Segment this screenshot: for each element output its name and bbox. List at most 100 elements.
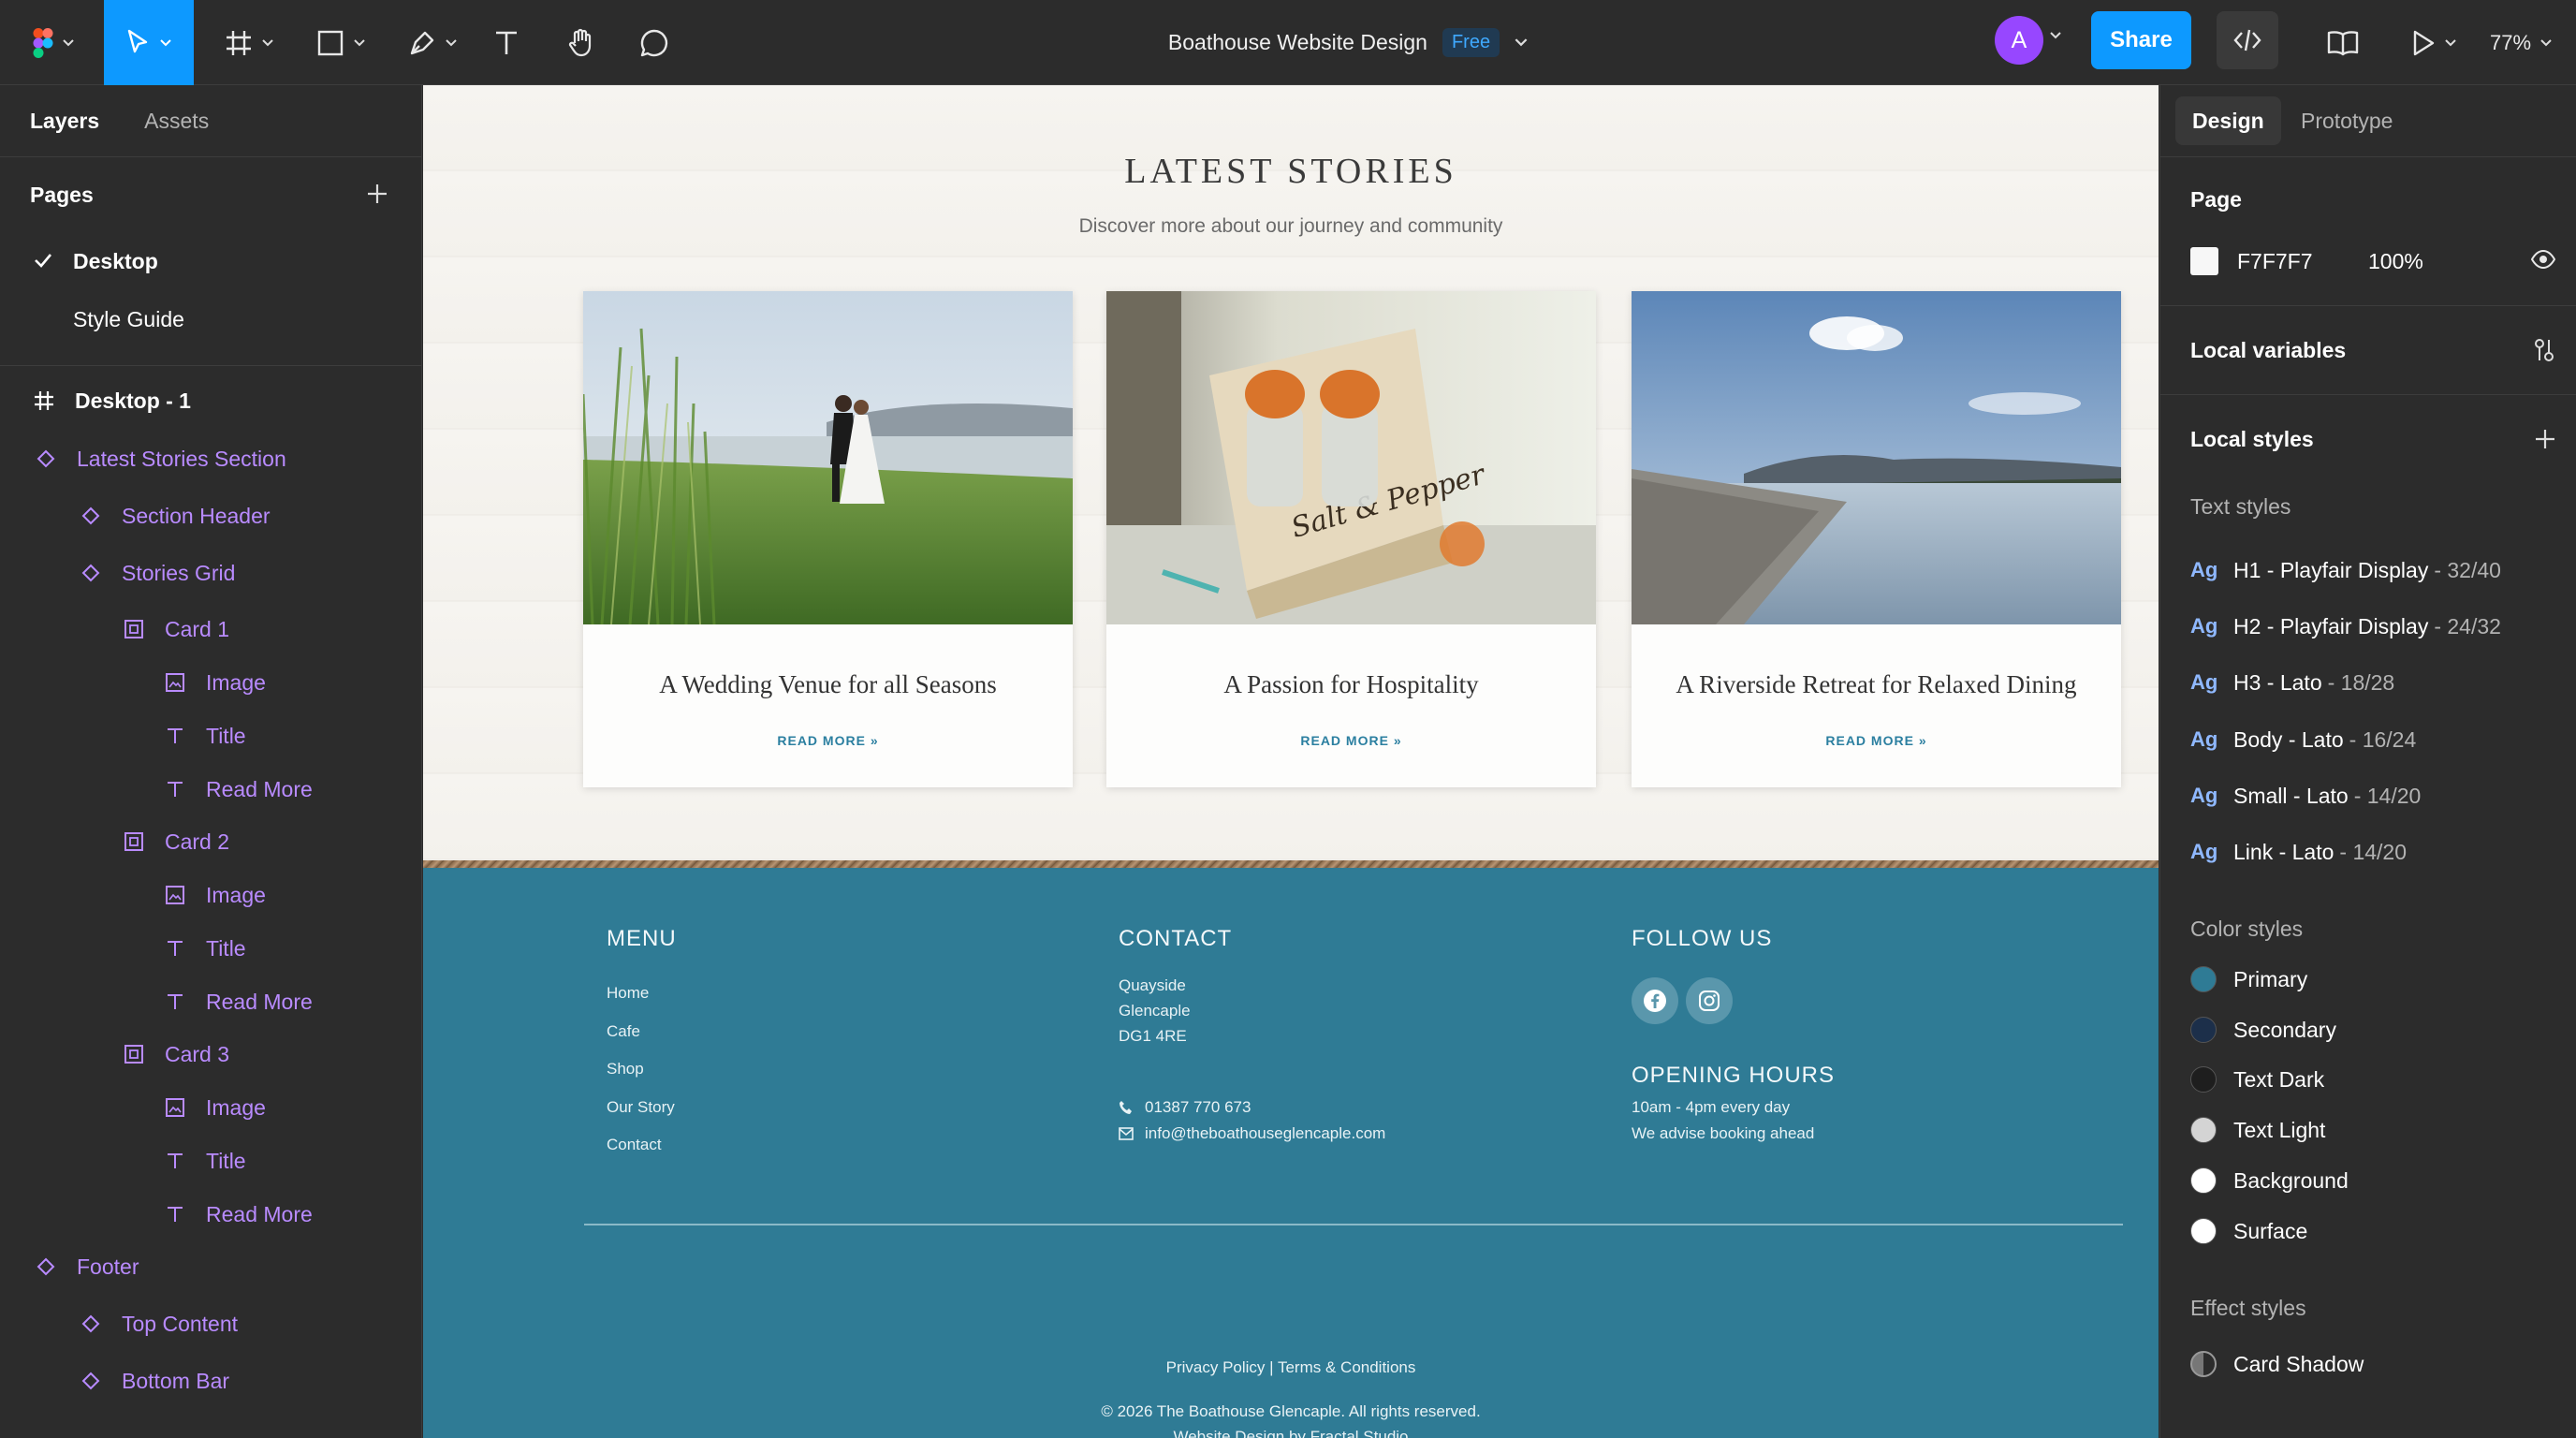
color-style-item[interactable]: Surface — [2190, 1212, 2307, 1250]
text-style-item[interactable]: Ag H1 - Playfair Display - 32/40 — [2190, 551, 2501, 589]
footer-menu-item[interactable]: Our Story — [607, 1098, 675, 1117]
facebook-button[interactable] — [1632, 977, 1678, 1024]
plus-icon[interactable] — [2533, 427, 2557, 451]
section-title[interactable]: LATEST STORIES — [423, 151, 2159, 192]
tab-design[interactable]: Design — [2175, 96, 2281, 145]
phone-row[interactable]: 01387 770 673 — [1119, 1094, 1251, 1121]
text-style-item[interactable]: Ag Small - Lato - 14/20 — [2190, 777, 2421, 814]
color-style-item[interactable]: Text Dark — [2190, 1061, 2324, 1098]
layer-image[interactable]: Image — [0, 1081, 421, 1134]
card-image[interactable] — [583, 291, 1073, 624]
instagram-button[interactable] — [1686, 977, 1733, 1024]
color-style-item[interactable]: Primary — [2190, 961, 2307, 998]
frame-tool-button[interactable] — [213, 0, 285, 85]
text-style-item[interactable]: Ag Link - Lato - 14/20 — [2190, 833, 2407, 871]
latest-stories-section[interactable]: LATEST STORIES Discover more about our j… — [423, 85, 2159, 866]
page-color-swatch[interactable] — [2190, 247, 2218, 275]
layer-title[interactable]: Title — [0, 710, 421, 762]
layer-read-more[interactable]: Read More — [0, 763, 421, 815]
text-tool-button[interactable] — [483, 0, 530, 85]
avatar[interactable]: A — [1995, 16, 2043, 65]
pen-tool-button[interactable] — [397, 0, 468, 85]
layer-card-3[interactable]: Card 3 — [0, 1028, 421, 1080]
legal-links[interactable]: Privacy Policy | Terms & Conditions — [423, 1358, 2159, 1377]
layer-title[interactable]: Title — [0, 922, 421, 975]
pen-icon — [410, 31, 434, 54]
move-tool-button[interactable] — [104, 0, 194, 85]
layer-bottom-bar[interactable]: Bottom Bar — [0, 1355, 421, 1407]
layer-image[interactable]: Image — [0, 869, 421, 921]
local-variables[interactable]: Local variables — [2190, 338, 2346, 363]
layer-desktop-1[interactable]: Desktop - 1 — [0, 374, 421, 427]
hand-tool-button[interactable] — [558, 0, 605, 85]
color-style-item[interactable]: Text Light — [2190, 1111, 2325, 1149]
color-style-item[interactable]: Background — [2190, 1162, 2349, 1199]
footer[interactable]: MENU Home Cafe Shop Our Story Contact CO… — [423, 868, 2159, 1438]
eye-icon[interactable] — [2531, 250, 2555, 269]
card-title[interactable]: A Riverside Retreat for Relaxed Dining — [1632, 670, 2121, 699]
color-swatch — [2190, 1066, 2217, 1093]
story-card-2[interactable]: Salt & Pepper A Passion for Hospitality … — [1106, 291, 1596, 787]
design-canvas[interactable]: LATEST STORIES Discover more about our j… — [423, 85, 2159, 1438]
chevron-down-icon — [160, 38, 171, 46]
layers-panel: Layers Assets Pages Desktop Style Guide … — [0, 85, 422, 1438]
footer-menu-item[interactable]: Cafe — [607, 1022, 640, 1041]
tab-prototype[interactable]: Prototype — [2301, 96, 2393, 145]
page-item-style-guide[interactable]: Style Guide — [0, 290, 421, 348]
section-subtitle[interactable]: Discover more about our journey and comm… — [423, 215, 2159, 238]
effect-style-item[interactable]: Card Shadow — [2190, 1345, 2364, 1383]
read-more-link[interactable]: READ MORE » — [583, 733, 1073, 748]
chevron-down-icon — [446, 38, 457, 46]
footer-menu-item[interactable]: Contact — [607, 1136, 662, 1154]
card-image[interactable]: Salt & Pepper — [1106, 291, 1596, 624]
layer-card-1[interactable]: Card 1 — [0, 603, 421, 655]
footer-menu-item[interactable]: Home — [607, 984, 649, 1003]
text-style-item[interactable]: Ag H3 - Lato - 18/28 — [2190, 664, 2394, 701]
comment-tool-button[interactable] — [631, 0, 678, 85]
zoom-menu[interactable]: 77% — [2490, 0, 2552, 85]
chevron-down-icon[interactable] — [2050, 32, 2061, 39]
layer-section-header[interactable]: Section Header — [0, 490, 421, 542]
layer-latest-stories-section[interactable]: Latest Stories Section — [0, 433, 421, 485]
variables-icon[interactable] — [2533, 338, 2555, 362]
read-more-link[interactable]: READ MORE » — [1106, 733, 1596, 748]
design-panel: Design Prototype Page F7F7F7 100% Local … — [2159, 85, 2576, 1438]
read-more-link[interactable]: READ MORE » — [1632, 733, 2121, 748]
tab-assets[interactable]: Assets — [144, 109, 209, 134]
card-image[interactable] — [1632, 291, 2121, 624]
file-title[interactable]: Boathouse Website Design Free — [1105, 0, 1591, 85]
page-opacity-value[interactable]: 100% — [2368, 249, 2423, 274]
present-button[interactable] — [2401, 0, 2466, 85]
story-card-1[interactable]: A Wedding Venue for all Seasons READ MOR… — [583, 291, 1073, 787]
image-icon — [165, 1097, 185, 1118]
design-credit[interactable]: Website Design by Fractal Studio — [423, 1428, 2159, 1438]
component-instance-icon — [80, 506, 101, 526]
dev-mode-toggle[interactable] — [2217, 11, 2278, 69]
card-title[interactable]: A Passion for Hospitality — [1106, 670, 1596, 699]
layer-stories-grid[interactable]: Stories Grid — [0, 547, 421, 599]
tab-layers[interactable]: Layers — [30, 109, 99, 134]
layer-read-more[interactable]: Read More — [0, 1188, 421, 1240]
layer-title[interactable]: Title — [0, 1135, 421, 1187]
layer-footer[interactable]: Footer — [0, 1240, 421, 1293]
email-row[interactable]: info@theboathouseglencaple.com — [1119, 1121, 1385, 1147]
text-style-name: Link - Lato — [2233, 839, 2334, 864]
page-color-value[interactable]: F7F7F7 — [2237, 249, 2368, 274]
card-title[interactable]: A Wedding Venue for all Seasons — [583, 670, 1073, 699]
layer-read-more[interactable]: Read More — [0, 976, 421, 1028]
share-button[interactable]: Share — [2091, 11, 2191, 69]
footer-menu-item[interactable]: Shop — [607, 1060, 644, 1078]
layer-image[interactable]: Image — [0, 656, 421, 709]
text-style-item[interactable]: Ag H2 - Playfair Display - 24/32 — [2190, 608, 2501, 645]
color-style-item[interactable]: Secondary — [2190, 1011, 2336, 1049]
library-button[interactable] — [2317, 0, 2369, 85]
plus-icon[interactable] — [365, 182, 389, 206]
text-style-item[interactable]: Ag Body - Lato - 16/24 — [2190, 721, 2416, 758]
page-item-desktop[interactable]: Desktop — [0, 232, 421, 290]
layer-card-2[interactable]: Card 2 — [0, 815, 421, 868]
page-fill-row[interactable]: F7F7F7 100% — [2190, 242, 2423, 280]
shape-tool-button[interactable] — [305, 0, 376, 85]
layer-top-content[interactable]: Top Content — [0, 1298, 421, 1350]
story-card-3[interactable]: A Riverside Retreat for Relaxed Dining R… — [1632, 291, 2121, 787]
main-menu-button[interactable] — [21, 0, 86, 85]
